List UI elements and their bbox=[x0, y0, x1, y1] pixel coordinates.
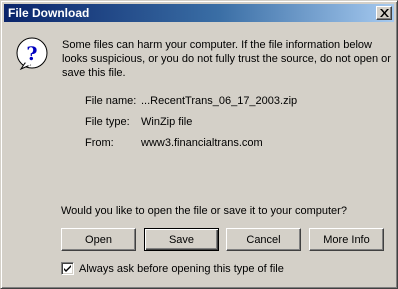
window-title: File Download bbox=[8, 6, 90, 20]
close-x-icon bbox=[380, 9, 389, 17]
title-bar[interactable]: File Download bbox=[4, 4, 394, 22]
always-ask-label: Always ask before opening this type of f… bbox=[79, 263, 284, 275]
field-label: File name: bbox=[85, 95, 137, 107]
open-button[interactable]: Open bbox=[61, 228, 136, 251]
checkmark-icon bbox=[64, 265, 71, 272]
file-from-value: www3.financialtrans.com bbox=[141, 137, 263, 149]
file-type-value: WinZip file bbox=[141, 116, 193, 128]
field-label: File type: bbox=[85, 116, 130, 128]
save-button[interactable]: Save bbox=[144, 228, 219, 251]
svg-text:?: ? bbox=[26, 43, 37, 65]
more-info-button[interactable]: More Info bbox=[309, 228, 384, 251]
prompt-question: Would you like to open the file or save … bbox=[61, 205, 347, 217]
warning-message: Some files can harm your computer. If th… bbox=[62, 39, 391, 79]
always-ask-checkbox[interactable] bbox=[61, 262, 74, 275]
field-label: From: bbox=[85, 137, 114, 149]
file-name-value: ...RecentTrans_06_17_2003.zip bbox=[141, 95, 298, 107]
close-button[interactable] bbox=[376, 6, 392, 20]
question-mark-icon: ? bbox=[16, 37, 48, 70]
file-download-dialog: File Download ? Some files can harm your… bbox=[0, 0, 398, 289]
cancel-button[interactable]: Cancel bbox=[226, 228, 301, 251]
